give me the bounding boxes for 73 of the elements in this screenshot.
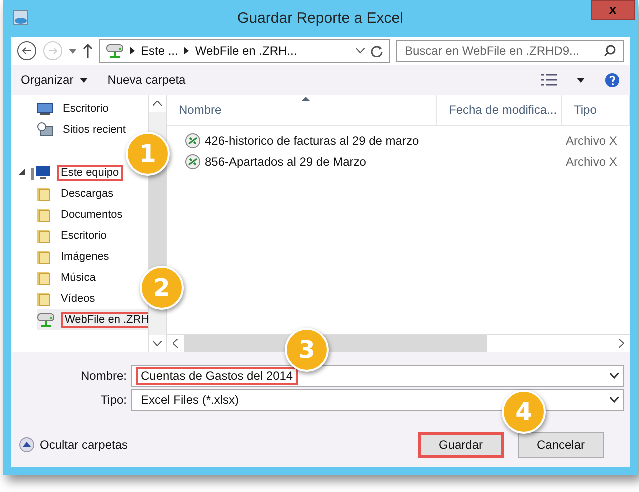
nav-label: Escritorio bbox=[62, 102, 110, 116]
breadcrumb[interactable]: WebFile en .ZRH... bbox=[195, 44, 298, 58]
network-drive-icon bbox=[37, 312, 55, 328]
new-folder-button[interactable]: Nueva carpeta bbox=[108, 73, 186, 87]
folder-icon bbox=[37, 186, 51, 202]
dropdown-icon[interactable] bbox=[356, 48, 365, 54]
folder-icon bbox=[37, 206, 51, 222]
sort-arrow-icon bbox=[302, 97, 310, 101]
nav-item[interactable]: WebFile en .ZRH bbox=[37, 309, 148, 330]
address-bar[interactable]: Este ... WebFile en .ZRH... bbox=[99, 39, 390, 63]
folder-icon bbox=[37, 270, 51, 286]
breadcrumb[interactable]: Este ... bbox=[141, 44, 178, 58]
nav-item[interactable]: Música bbox=[37, 267, 104, 288]
nav-item[interactable]: Escritorio bbox=[37, 98, 117, 119]
view-icon[interactable] bbox=[541, 74, 557, 86]
nav-label: Vídeos bbox=[60, 292, 96, 306]
chevron-icon[interactable] bbox=[184, 47, 190, 55]
field-label: Tipo: bbox=[100, 393, 127, 407]
network-drive-icon bbox=[106, 43, 124, 59]
filename-field[interactable]: Cuentas de Gastos del 2014 bbox=[131, 365, 624, 387]
nav-item[interactable]: Este equipo bbox=[19, 162, 128, 183]
window-title: Guardar Reporte a Excel bbox=[238, 10, 404, 27]
cancel-button[interactable]: Cancelar bbox=[518, 432, 604, 458]
computer-icon bbox=[31, 164, 51, 180]
dropdown-icon[interactable] bbox=[610, 397, 619, 403]
nav-item[interactable]: Documentos bbox=[37, 204, 131, 225]
save-button[interactable]: Guardar bbox=[418, 432, 504, 458]
nav-label: Escritorio bbox=[60, 228, 108, 244]
column-header[interactable]: Fecha de modifica... bbox=[437, 95, 562, 125]
nav-label: Este equipo bbox=[57, 164, 124, 180]
collapse-icon bbox=[19, 437, 35, 453]
file-icon bbox=[185, 154, 201, 170]
app-icon bbox=[13, 10, 29, 26]
table-cell-text: Archivo X bbox=[565, 134, 618, 148]
nav-label: Imágenes bbox=[60, 250, 110, 264]
nav-item[interactable]: Imágenes bbox=[37, 246, 118, 267]
help-icon[interactable] bbox=[605, 72, 620, 88]
up-arrow-icon[interactable] bbox=[83, 44, 93, 58]
folder-icon bbox=[37, 228, 51, 244]
caret-icon[interactable] bbox=[577, 78, 585, 82]
scroll-right-icon[interactable] bbox=[619, 339, 624, 348]
file-row[interactable]: 426-historico de facturas al 29 de marzo bbox=[167, 132, 562, 148]
scroll-left-icon[interactable] bbox=[173, 339, 178, 348]
column-header[interactable]: Tipo bbox=[562, 95, 630, 125]
table-cell-text: Archivo X bbox=[565, 154, 618, 168]
nav-label: Documentos bbox=[60, 208, 124, 222]
dropdown-icon[interactable] bbox=[610, 373, 619, 379]
search-field[interactable]: Buscar en WebFile en .ZRHD9... bbox=[396, 40, 624, 62]
organize-menu[interactable]: Organizar bbox=[21, 73, 88, 87]
caret-icon bbox=[80, 78, 88, 82]
nav-label: Sitios recient bbox=[62, 122, 127, 138]
nav-label: WebFile en .ZRH bbox=[61, 312, 148, 328]
folder-icon bbox=[37, 248, 51, 264]
clock-monitor-icon bbox=[37, 122, 53, 138]
nav-label: Música bbox=[60, 270, 97, 286]
collapse-arrow-icon[interactable] bbox=[19, 168, 25, 176]
monitor-icon bbox=[37, 102, 53, 116]
field-label: Nombre: bbox=[80, 369, 127, 383]
chevron-icon[interactable] bbox=[130, 47, 135, 55]
back-icon[interactable] bbox=[17, 41, 37, 61]
nav-item[interactable]: Escritorio bbox=[37, 225, 115, 246]
hide-folders-button[interactable]: Ocultar carpetas bbox=[19, 437, 128, 453]
nav-item[interactable]: Descargas bbox=[37, 183, 122, 204]
search-icon bbox=[604, 45, 616, 57]
nav-label: Descargas bbox=[60, 186, 115, 202]
file-row[interactable]: 856-Apartados al 29 de Marzo bbox=[167, 154, 562, 170]
scroll-up-icon[interactable] bbox=[153, 101, 162, 106]
nav-item[interactable]: Vídeos bbox=[37, 288, 104, 309]
refresh-icon[interactable] bbox=[371, 45, 383, 57]
file-icon bbox=[185, 132, 201, 148]
scroll-down-icon[interactable] bbox=[153, 341, 162, 346]
close-button[interactable]: x bbox=[591, 0, 635, 20]
folder-icon bbox=[37, 290, 51, 306]
